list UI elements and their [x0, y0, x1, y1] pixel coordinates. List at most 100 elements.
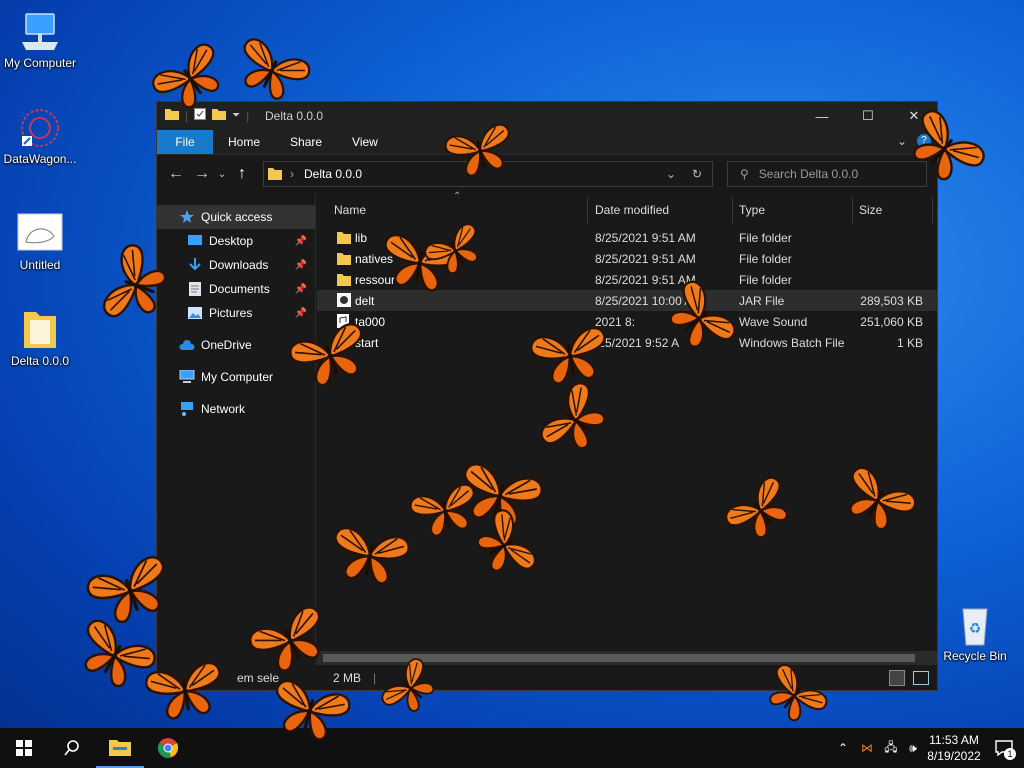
close-button[interactable]: ✕ [891, 102, 937, 130]
clock[interactable]: 11:53 AM 8/19/2022 [924, 732, 984, 764]
folder-icon [165, 108, 179, 123]
search-icon [64, 740, 79, 756]
customize-toolbar-icon[interactable]: ⏷ [232, 110, 240, 121]
horizontal-scrollbar[interactable] [317, 651, 937, 665]
file-row[interactable]: ressour 8/25/2021 9:51 AM File folder [317, 269, 937, 290]
column-size[interactable]: Size [859, 203, 882, 217]
desktop-icon-label: Delta 0.0.0 [10, 354, 70, 368]
search-box[interactable]: ⚲ Search Delta 0.0.0 [727, 161, 927, 187]
folder-icon [268, 166, 282, 183]
forward-button[interactable]: → [189, 165, 215, 183]
desktop-icon-untitled[interactable]: Untitled [0, 212, 80, 272]
jar-icon [337, 293, 351, 307]
expand-ribbon-icon[interactable]: ⌄ [897, 134, 907, 148]
help-icon[interactable]: ? [917, 134, 931, 148]
file-row[interactable]: lib 8/25/2021 9:51 AM File folder [317, 227, 937, 248]
file-row[interactable]: natives 8/25/2021 9:51 AM File folder [317, 248, 937, 269]
pin-icon[interactable]: 📌 [295, 260, 307, 271]
large-icons-view-button[interactable] [913, 670, 929, 685]
desktop-icon-my-computer[interactable]: My Computer [0, 10, 80, 70]
audio-icon [337, 314, 351, 328]
network-tray-icon[interactable]: 🖧 [880, 738, 902, 759]
search-icon: ⚲ [740, 167, 749, 181]
file-name: natives [355, 252, 394, 266]
column-date-modified[interactable]: Date modified [595, 203, 669, 217]
file-row[interactable]: delt 8/25/2021 10:00 AM JAR File 289,503 KB [317, 290, 937, 311]
download-icon [187, 258, 203, 272]
volume-icon[interactable]: 🕪 [902, 741, 924, 756]
window-title: Delta 0.0.0 [265, 109, 324, 123]
sidebar-item-documents[interactable]: Documents 📌 [157, 277, 315, 301]
computer-icon [16, 10, 64, 54]
quick-access-toolbar: | ⏷ | [165, 108, 249, 123]
address-bar[interactable]: › Delta 0.0.0 ⌄ ↻ [263, 161, 713, 187]
back-button[interactable]: ← [163, 165, 189, 183]
tab-file[interactable]: File [157, 130, 213, 154]
desktop-icon-datawagon[interactable]: DataWagon... [0, 106, 80, 166]
up-button[interactable]: ↑ [229, 165, 255, 183]
tab-home[interactable]: Home [213, 130, 275, 154]
file-type: Windows Batch File [739, 336, 845, 350]
properties-icon[interactable] [194, 108, 207, 123]
desktop-icon-label: My Computer [3, 56, 77, 70]
ribbon: File Home Share View ⌄ ? [157, 130, 937, 155]
search-input[interactable]: Search Delta 0.0.0 [759, 167, 858, 181]
refresh-icon[interactable]: ↻ [692, 167, 702, 181]
notification-count: 1 [1004, 748, 1016, 760]
butterfly-tray-icon[interactable]: ⋈ [854, 741, 880, 755]
file-date: 8/25/2021 9:51 AM [595, 252, 696, 266]
sidebar-item-label: OneDrive [201, 338, 252, 352]
sidebar-item-desktop[interactable]: Desktop 📌 [157, 229, 315, 253]
sidebar-item-network[interactable]: Network [157, 397, 315, 421]
network-icon [179, 402, 195, 416]
file-type: File folder [739, 252, 792, 266]
title-bar[interactable]: | ⏷ | Delta 0.0.0 — ☐ ✕ [157, 102, 937, 130]
file-date: 8/25/2021 9:51 AM [595, 231, 696, 245]
tab-share[interactable]: Share [275, 130, 337, 154]
pin-icon[interactable]: 📌 [295, 284, 307, 295]
batch-icon [337, 335, 351, 349]
column-name[interactable]: Name [334, 203, 366, 217]
file-name: delt [355, 294, 375, 308]
show-hidden-icons-icon[interactable]: ⌃ [832, 741, 854, 755]
recent-locations-button[interactable]: ⌄ [215, 169, 229, 180]
taskbar-file-explorer[interactable] [96, 728, 144, 768]
folder-icon [337, 230, 351, 244]
sidebar-item-downloads[interactable]: Downloads 📌 [157, 253, 315, 277]
breadcrumb[interactable]: Delta 0.0.0 [304, 167, 362, 181]
file-explorer-window[interactable]: | ⏷ | Delta 0.0.0 — ☐ ✕ File Home Share … [156, 101, 938, 691]
notification-center-button[interactable]: 1 [984, 728, 1024, 768]
desktop-icon-delta-folder[interactable]: Delta 0.0.0 [0, 308, 80, 368]
pin-icon[interactable]: 📌 [295, 308, 307, 319]
file-type: File folder [739, 231, 792, 245]
file-type: Wave Sound [739, 315, 808, 329]
address-dropdown-icon[interactable]: ⌄ [666, 167, 676, 181]
file-row[interactable]: ta000 2021 8: Wave Sound 251,060 KB [317, 311, 937, 332]
navigation-pane: Quick access Desktop 📌 Downloads 📌 Documents 📌… [157, 193, 316, 665]
pictures-icon [187, 306, 203, 320]
file-row[interactable]: start/25/2021 9:52 A Windows Batch File 1 … [317, 332, 937, 353]
column-type[interactable]: Type [739, 203, 765, 217]
search-button[interactable] [48, 728, 96, 768]
maximize-button[interactable]: ☐ [845, 102, 891, 130]
sidebar-item-my-computer[interactable]: My Computer [157, 365, 315, 389]
sidebar-item-quick-access[interactable]: Quick access [157, 205, 315, 229]
recycle-bin-icon: ♻ [951, 603, 999, 647]
taskbar-chrome[interactable] [144, 728, 192, 768]
new-folder-icon[interactable] [212, 108, 227, 123]
sidebar-item-onedrive[interactable]: OneDrive [157, 333, 315, 357]
desktop-icon-label: DataWagon... [3, 152, 77, 166]
file-date: 2021 8: [595, 315, 636, 329]
minimize-button[interactable]: — [799, 102, 845, 130]
pin-icon[interactable]: 📌 [295, 236, 307, 247]
tab-view[interactable]: View [337, 130, 393, 154]
folder-icon [337, 272, 351, 286]
status-selection: em sele [237, 670, 280, 685]
chrome-icon [157, 738, 179, 758]
start-button[interactable] [0, 728, 48, 768]
details-view-button[interactable] [889, 669, 905, 686]
taskbar: ⌃ ⋈ 🖧 🕪 11:53 AM 8/19/2022 1 [0, 728, 1024, 768]
desktop-icon-recycle-bin[interactable]: ♻ Recycle Bin [935, 603, 1015, 663]
sidebar-item-pictures[interactable]: Pictures 📌 [157, 301, 315, 325]
star-icon [179, 210, 195, 224]
